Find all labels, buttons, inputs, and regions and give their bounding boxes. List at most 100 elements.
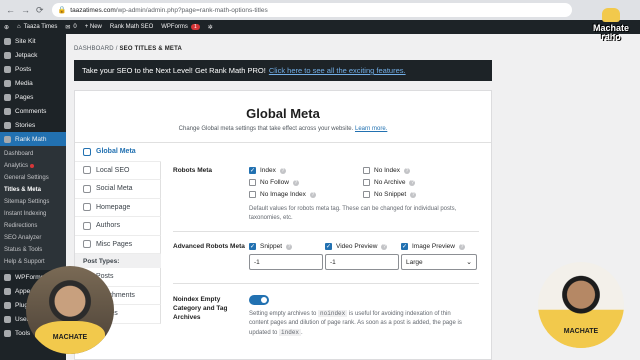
breadcrumb: DASHBOARD / SEO TITLES & META	[74, 46, 182, 52]
snippet-checkbox[interactable]: ✓ Snippet?	[249, 243, 293, 250]
adminbar-comments[interactable]: ✉ 0	[65, 24, 76, 31]
label-line: Category and Tag	[173, 305, 228, 312]
sidebar-item-pages[interactable]: Pages	[0, 90, 66, 104]
checkbox-icon	[363, 179, 370, 186]
home-icon: ⌂	[17, 24, 21, 30]
robots-noimageindex-checkbox[interactable]: No Image Index?	[249, 191, 316, 198]
location-pin-icon	[83, 166, 91, 175]
wpforms-icon	[4, 273, 11, 281]
promo-text: Take your SEO to the Next Level! Get Ran…	[82, 66, 266, 75]
submenu-redirections[interactable]: Redirections	[0, 220, 66, 232]
wp-admin-bar: ⊕ ⌂ Taaza Times ✉ 0 + New Rank Math SEO WP…	[0, 20, 640, 34]
sidebar-item-jetpack[interactable]: Jetpack	[0, 48, 66, 62]
help-icon[interactable]: ?	[459, 243, 465, 250]
video-preview-checkbox[interactable]: ✓ Video Preview?	[325, 243, 388, 250]
tab-homepage[interactable]: Homepage	[75, 198, 161, 217]
help-icon[interactable]: ?	[309, 191, 316, 198]
checkbox-checked-icon: ✓	[325, 243, 332, 250]
help-icon[interactable]: ?	[286, 243, 293, 250]
posts-icon	[4, 65, 11, 73]
robots-noindex-checkbox[interactable]: No Index?	[363, 167, 411, 174]
learn-more-link[interactable]: Learn more.	[355, 126, 387, 132]
checkbox-icon	[249, 191, 256, 198]
submenu-status-tools[interactable]: Status & Tools	[0, 244, 66, 256]
sidebar-item-posts[interactable]: Posts	[0, 62, 66, 76]
help-icon[interactable]: ?	[409, 179, 416, 186]
user-icon	[83, 221, 91, 230]
checkbox-icon	[363, 191, 370, 198]
adminbar-rankmath[interactable]: Rank Math SEO	[110, 24, 153, 30]
sidebar-label: Posts	[15, 65, 32, 73]
site-name: Taaza Times	[23, 24, 58, 30]
adminbar-wpforms[interactable]: WPForms 1	[161, 24, 200, 30]
submenu-analytics[interactable]: Analytics	[0, 160, 66, 172]
logo-text: raho	[601, 32, 621, 42]
sidebar-item-sitekit[interactable]: Site Kit	[0, 34, 66, 48]
submenu-general-settings[interactable]: General Settings	[0, 172, 66, 184]
help-icon[interactable]: ?	[410, 191, 417, 198]
checkbox-icon	[249, 179, 256, 186]
tab-group-post-types: Post Types:	[75, 254, 161, 268]
adminbar-site[interactable]: ⌂ Taaza Times	[17, 24, 57, 30]
help-icon[interactable]: ?	[381, 243, 388, 250]
promo-link[interactable]: Click here to see all the exciting featu…	[269, 66, 406, 75]
browser-nav: ← → ⟳	[6, 5, 44, 16]
tab-misc-pages[interactable]: Misc Pages	[75, 235, 161, 254]
checkbox-label: No Index	[374, 167, 401, 174]
appearance-icon	[4, 287, 11, 295]
submenu-sitemap[interactable]: Sitemap Settings	[0, 196, 66, 208]
breadcrumb-root[interactable]: DASHBOARD	[74, 46, 114, 52]
image-preview-select[interactable]: Large ⌄	[401, 254, 477, 270]
tab-label: Misc Pages	[96, 240, 133, 248]
submenu-instant-indexing[interactable]: Instant Indexing	[0, 208, 66, 220]
reload-icon[interactable]: ⟳	[36, 5, 44, 16]
label-line: Noindex Empty	[173, 296, 221, 303]
noindex-hint: Setting empty archives to noindex is use…	[249, 309, 481, 338]
sidebar-item-stories[interactable]: Stories	[0, 118, 66, 132]
shirt-print: MACHATE	[546, 315, 616, 348]
forward-icon[interactable]: →	[21, 5, 30, 16]
sidebar-label: Tools	[15, 329, 31, 337]
robots-noarchive-checkbox[interactable]: No Archive?	[363, 179, 416, 186]
tab-social-meta[interactable]: Social Meta	[75, 180, 161, 199]
help-icon[interactable]: ?	[292, 179, 299, 186]
sidebar-label: Site Kit	[15, 37, 36, 45]
tab-global-meta[interactable]: Global Meta	[75, 143, 161, 162]
webcam-left: MACHATE	[26, 266, 114, 354]
checkbox-label: Snippet	[260, 243, 283, 250]
robots-nosnippet-checkbox[interactable]: No Snippet?	[363, 191, 417, 198]
robots-index-checkbox[interactable]: ✓ Index?	[249, 167, 286, 174]
robots-hint: Default values for robots meta tag. Thes…	[249, 206, 457, 221]
address-bar[interactable]: 🔒 taazatimes.com /wp-admin/admin.php?pag…	[51, 3, 572, 17]
sidebar-item-rankmath[interactable]: Rank Math	[0, 132, 66, 146]
sidebar-item-media[interactable]: Media	[0, 76, 66, 90]
channel-logo: Machate raho	[584, 4, 638, 46]
robots-nofollow-checkbox[interactable]: No Follow?	[249, 179, 299, 186]
settings-gear-icon[interactable]: ✲	[208, 24, 213, 31]
noindex-empty-toggle[interactable]	[249, 295, 269, 305]
submenu-dashboard[interactable]: Dashboard	[0, 148, 66, 160]
wordpress-logo-icon[interactable]: ⊕	[4, 24, 9, 31]
globe-icon	[83, 147, 91, 156]
checkbox-label: No Follow	[260, 179, 289, 186]
image-preview-checkbox[interactable]: ✓ Image Preview?	[401, 243, 465, 250]
code-snippet: noindex	[318, 310, 348, 317]
submenu-help-support[interactable]: Help & Support	[0, 256, 66, 268]
back-icon[interactable]: ←	[6, 5, 15, 16]
noindex-empty-label: Noindex Empty Category and Tag Archives	[173, 295, 227, 322]
select-value: Large	[406, 258, 423, 266]
help-icon[interactable]: ?	[279, 167, 286, 174]
submenu-titles-meta[interactable]: Titles & Meta	[0, 184, 66, 196]
hint-text: is useful for avoiding indexation of thi…	[348, 311, 451, 317]
help-icon[interactable]: ?	[404, 167, 411, 174]
tab-label: Social Meta	[96, 185, 133, 193]
submenu-seo-analyzer[interactable]: SEO Analyzer	[0, 232, 66, 244]
hint-text: Setting empty archives to	[249, 311, 317, 317]
tab-authors[interactable]: Authors	[75, 217, 161, 236]
checkbox-checked-icon: ✓	[249, 167, 256, 174]
video-preview-input[interactable]: -1	[325, 254, 399, 270]
tab-local-seo[interactable]: Local SEO	[75, 161, 161, 180]
adminbar-new[interactable]: + New	[85, 24, 102, 30]
sidebar-item-comments[interactable]: Comments	[0, 104, 66, 118]
snippet-input[interactable]: -1	[249, 254, 323, 270]
